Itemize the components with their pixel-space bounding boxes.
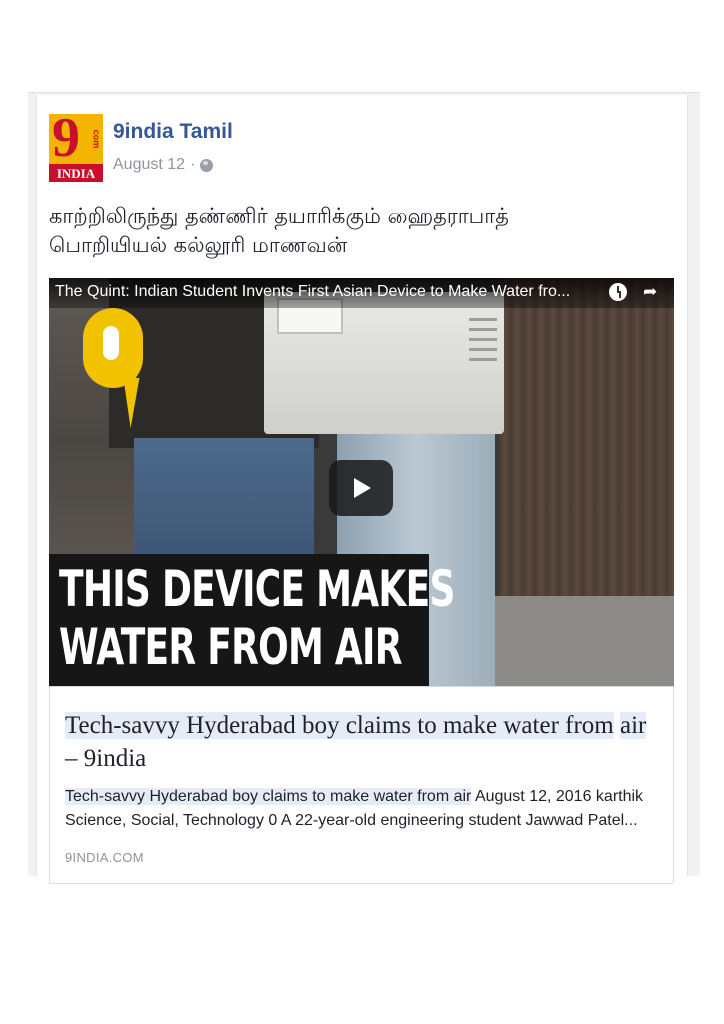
page-name-link[interactable]: 9india Tamil xyxy=(113,120,233,144)
video-scene-wall xyxy=(499,278,674,608)
post-text: காற்றிலிருந்து தண்ணிர் தயாரிக்கும் ஹைதரா… xyxy=(49,202,669,260)
logo-nine: 9 xyxy=(52,114,80,169)
video-scene-floor xyxy=(489,596,674,686)
video-scene-vent xyxy=(469,358,497,361)
link-title-part-1: Tech-savvy Hyderabad boy claims to make … xyxy=(65,712,614,739)
video-scene-vent xyxy=(469,338,497,341)
video-scene-jeans xyxy=(134,438,314,558)
video-player[interactable]: The Quint: Indian Student Invents First … xyxy=(49,278,674,686)
link-title-part-2: air xyxy=(620,712,647,739)
video-title[interactable]: The Quint: Indian Student Invents First … xyxy=(55,283,570,301)
meta-separator: · xyxy=(190,156,196,173)
post-content: 9 com INDIA 9india Tamil August 12 · காற… xyxy=(36,95,688,884)
video-scene-vent xyxy=(469,328,497,331)
post-text-line-2: பொறியியல் கல்லூரி மாணவன் xyxy=(49,233,348,257)
video-scene-vent xyxy=(469,348,497,351)
link-description-highlight: Tech-savvy Hyderabad boy claims to make … xyxy=(65,788,472,805)
share-arrow-icon[interactable]: ➦ xyxy=(643,283,657,301)
link-title-part-3: – 9india xyxy=(65,745,147,772)
link-preview[interactable]: Tech-savvy Hyderabad boy claims to make … xyxy=(49,686,674,884)
video-scene-vent xyxy=(469,318,497,321)
link-domain: 9INDIA.COM xyxy=(65,850,144,865)
link-title[interactable]: Tech-savvy Hyderabad boy claims to make … xyxy=(65,709,655,775)
post-date[interactable]: August 12 xyxy=(113,156,185,174)
play-button[interactable] xyxy=(329,460,393,516)
page-avatar-logo[interactable]: 9 com INDIA xyxy=(49,114,103,182)
post-card: 9 com INDIA 9india Tamil August 12 · காற… xyxy=(28,92,700,884)
video-caption-line-2: WATER FROM AIR xyxy=(59,618,402,676)
post-meta: August 12 · xyxy=(113,156,214,174)
logo-india: INDIA xyxy=(49,164,103,182)
clock-icon[interactable] xyxy=(609,283,627,301)
link-description: Tech-savvy Hyderabad boy claims to make … xyxy=(65,785,665,833)
logo-com: com xyxy=(91,129,102,149)
quint-logo-icon xyxy=(83,308,143,388)
video-caption-line-1: THIS DEVICE MAKES xyxy=(59,560,455,618)
video-caption-box: THIS DEVICE MAKES WATER FROM AIR xyxy=(49,554,455,686)
post-text-line-1: காற்றிலிருந்து தண்ணிர் தயாரிக்கும் ஹைதரா… xyxy=(49,204,509,228)
globe-icon[interactable] xyxy=(200,158,214,172)
video-title-bar: The Quint: Indian Student Invents First … xyxy=(49,278,674,308)
